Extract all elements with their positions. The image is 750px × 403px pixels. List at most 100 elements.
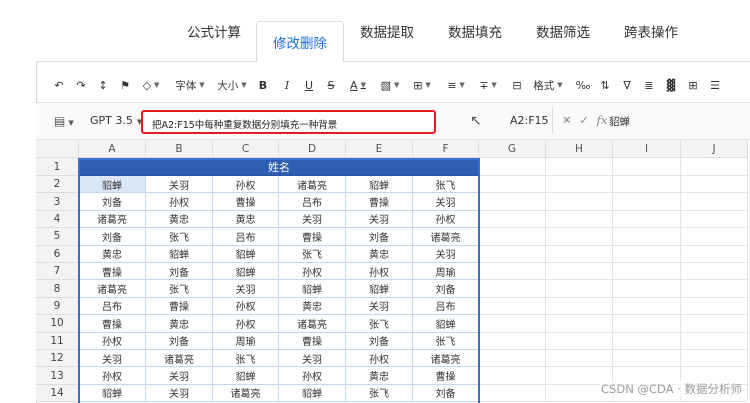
cell[interactable] [613, 332, 681, 350]
row-header-9[interactable]: 9 [36, 297, 79, 316]
data-cell[interactable]: 曹操 [279, 332, 346, 350]
cell[interactable] [681, 332, 748, 350]
data-cell[interactable]: 刘备 [413, 280, 479, 298]
cell[interactable] [546, 332, 613, 350]
row-header-6[interactable]: 6 [36, 245, 79, 263]
data-cell[interactable]: 周瑜 [213, 332, 279, 350]
cell[interactable] [546, 228, 613, 246]
align-vertical-icon[interactable]: ∓ ▼ [476, 75, 500, 95]
data-cell[interactable]: 关羽 [346, 210, 413, 229]
data-cell[interactable]: 貂蝉 [346, 176, 413, 194]
cell[interactable] [613, 315, 681, 333]
cell[interactable] [681, 297, 748, 316]
data-cell[interactable]: 张飞 [146, 228, 213, 246]
data-cell[interactable]: 刘备 [146, 263, 213, 281]
name-box[interactable]: A2:F15 [510, 114, 549, 127]
cell[interactable] [479, 210, 546, 229]
ai-prompt-input[interactable]: 把A2:F15中每种重复数据分别填充一种背景 [141, 110, 436, 134]
spreadsheet-grid[interactable]: A B C D E F G H I J 1 2 3 4 5 6 7 8 9 10 11 12 13 14 姓名 貂蝉 关羽 孙权 诸葛亮… [36, 140, 750, 403]
data-cell[interactable]: 关羽 [146, 176, 213, 194]
data-cell[interactable]: 貂蝉 [213, 245, 279, 263]
column-header-g[interactable]: G [479, 140, 546, 158]
cell[interactable] [479, 350, 546, 368]
data-cell[interactable]: 诸葛亮 [279, 176, 346, 194]
data-cell[interactable]: 黄忠 [146, 315, 213, 333]
data-cell[interactable]: 吕布 [213, 228, 279, 246]
data-cell[interactable]: 貂蝉 [146, 245, 213, 263]
data-cell[interactable]: 孙权 [279, 263, 346, 281]
data-cell[interactable]: 貂蝉 [79, 176, 146, 194]
row-header-1[interactable]: 1 [36, 158, 79, 176]
cell[interactable] [681, 245, 748, 263]
cell[interactable] [613, 263, 681, 281]
data-cell[interactable]: 关羽 [146, 367, 213, 385]
cell[interactable] [546, 210, 613, 229]
tab-data-filter[interactable]: 数据筛选 [520, 0, 606, 62]
data-cell[interactable]: 孙权 [413, 210, 479, 229]
data-cell[interactable]: 张飞 [413, 332, 479, 350]
data-cell[interactable]: 诸葛亮 [79, 210, 146, 229]
align-horizontal-icon[interactable]: ≡ ▼ [444, 75, 468, 95]
data-cell[interactable]: 孙权 [213, 176, 279, 194]
cell[interactable] [546, 176, 613, 194]
cell[interactable] [681, 280, 748, 298]
data-cell[interactable]: 曹操 [413, 367, 479, 385]
cell[interactable] [546, 263, 613, 281]
cell[interactable] [479, 332, 546, 350]
data-cell[interactable]: 张飞 [213, 350, 279, 368]
merge-cells-icon[interactable]: ⊟ [510, 75, 524, 95]
model-select[interactable]: GPT 3.5 ▼ [90, 114, 142, 127]
cell[interactable] [479, 315, 546, 333]
column-header-e[interactable]: E [346, 140, 413, 158]
data-cell[interactable]: 孙权 [213, 297, 279, 316]
data-cell[interactable]: 孙权 [79, 367, 146, 385]
data-cell[interactable]: 关羽 [146, 384, 213, 403]
data-cell[interactable]: 孙权 [146, 193, 213, 211]
cell[interactable] [546, 158, 613, 176]
data-cell[interactable]: 黄忠 [213, 210, 279, 229]
cell[interactable] [613, 176, 681, 194]
cell[interactable] [479, 193, 546, 211]
column-header-j[interactable]: J [681, 140, 748, 158]
data-cell[interactable]: 貂蝉 [346, 280, 413, 298]
cell[interactable] [479, 280, 546, 298]
column-header-c[interactable]: C [213, 140, 279, 158]
formula-value[interactable]: 貂蝉 [609, 114, 630, 129]
data-cell[interactable]: 孙权 [346, 350, 413, 368]
table-icon[interactable]: ⊞ [686, 75, 700, 95]
cell[interactable] [681, 193, 748, 211]
data-cell[interactable]: 诸葛亮 [413, 350, 479, 368]
cell[interactable] [681, 210, 748, 229]
data-cell[interactable]: 诸葛亮 [279, 315, 346, 333]
cell[interactable] [479, 384, 546, 403]
column-header-f[interactable]: F [413, 140, 479, 158]
data-cell[interactable]: 貂蝉 [413, 315, 479, 333]
bold-button[interactable]: B [256, 75, 270, 95]
cell[interactable] [546, 315, 613, 333]
data-cell[interactable]: 刘备 [79, 193, 146, 211]
paint-brush-icon[interactable]: ⚑ [118, 75, 132, 95]
cell[interactable] [546, 245, 613, 263]
data-cell[interactable]: 刘备 [79, 228, 146, 246]
data-cell[interactable]: 关羽 [213, 280, 279, 298]
data-cell[interactable]: 貂蝉 [213, 367, 279, 385]
sheet-menu-icon[interactable]: ▤ ▼ [54, 114, 74, 128]
fill-color-icon[interactable]: ▧ ▼ [378, 75, 402, 95]
cell[interactable] [613, 193, 681, 211]
strikethrough-button[interactable]: S [324, 75, 338, 95]
data-cell[interactable]: 关羽 [279, 210, 346, 229]
row-header-4[interactable]: 4 [36, 210, 79, 229]
fx-icon[interactable]: fx [597, 113, 608, 127]
row-header-5[interactable]: 5 [36, 228, 79, 246]
data-cell[interactable]: 关羽 [413, 245, 479, 263]
cancel-icon[interactable]: ✕ [562, 113, 572, 127]
data-cell[interactable]: 黄忠 [346, 245, 413, 263]
redo-icon[interactable]: ↷ [74, 75, 88, 95]
column-header-b[interactable]: B [146, 140, 213, 158]
data-cell[interactable]: 诸葛亮 [79, 280, 146, 298]
font-size-select[interactable]: 大小 ▼ [214, 75, 250, 95]
data-cell[interactable]: 张飞 [146, 280, 213, 298]
italic-button[interactable]: I [280, 75, 294, 95]
tab-cross-sheet[interactable]: 跨表操作 [608, 0, 694, 62]
function-list-icon[interactable]: ≣ [642, 75, 656, 95]
